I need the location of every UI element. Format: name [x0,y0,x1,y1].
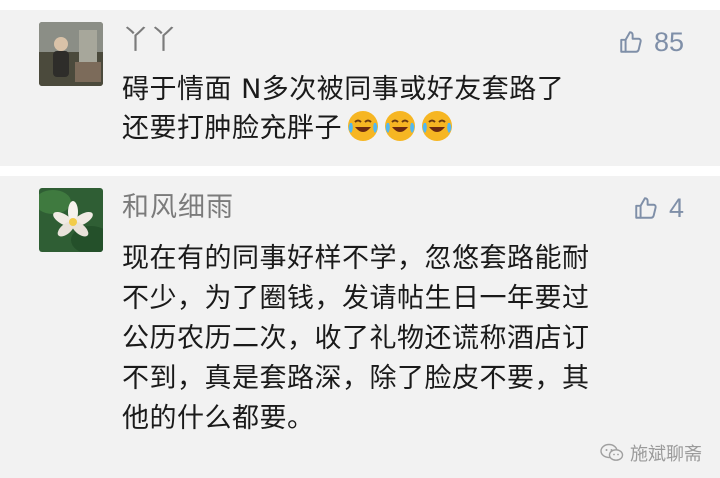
thumbs-up-icon [635,197,657,219]
like-button[interactable]: 85 [618,25,684,59]
comment-text: 碍于情面 N多次被同事或好友套路了 还要打肿脸充胖子 [122,71,702,148]
avatar[interactable] [39,22,103,86]
like-button[interactable]: 4 [633,191,684,225]
laugh-cry-icon [348,111,378,141]
comment-card: 丫丫 85 碍于情面 N多次被同事或好友套路了 还要打肿脸充胖子 [0,10,720,166]
username[interactable]: 和风细雨 [122,191,234,225]
thumbs-up-icon [620,31,642,53]
laugh-cry-icon [422,111,452,141]
like-count: 85 [653,27,684,57]
comment-card: 和风细雨 4 现在有的同事好样不学，忽悠套路能耐 不少，为了圈钱，发请帖生日一年… [0,176,720,478]
watermark-text: 施斌聊斋 [630,444,702,465]
username[interactable]: 丫丫 [122,24,178,58]
comment-text: 现在有的同事好样不学，忽悠套路能耐 不少，为了圈钱，发请帖生日一年要过 公历农历… [122,243,590,434]
like-count: 4 [668,193,684,223]
wechat-icon [600,443,624,461]
laugh-cry-icon [385,111,415,141]
avatar[interactable] [39,188,103,252]
comment-body: 碍于情面 N多次被同事或好友套路了 还要打肿脸充胖子 [122,74,565,144]
watermark: 施斌聊斋 [600,440,702,466]
emoji-group [346,109,457,143]
